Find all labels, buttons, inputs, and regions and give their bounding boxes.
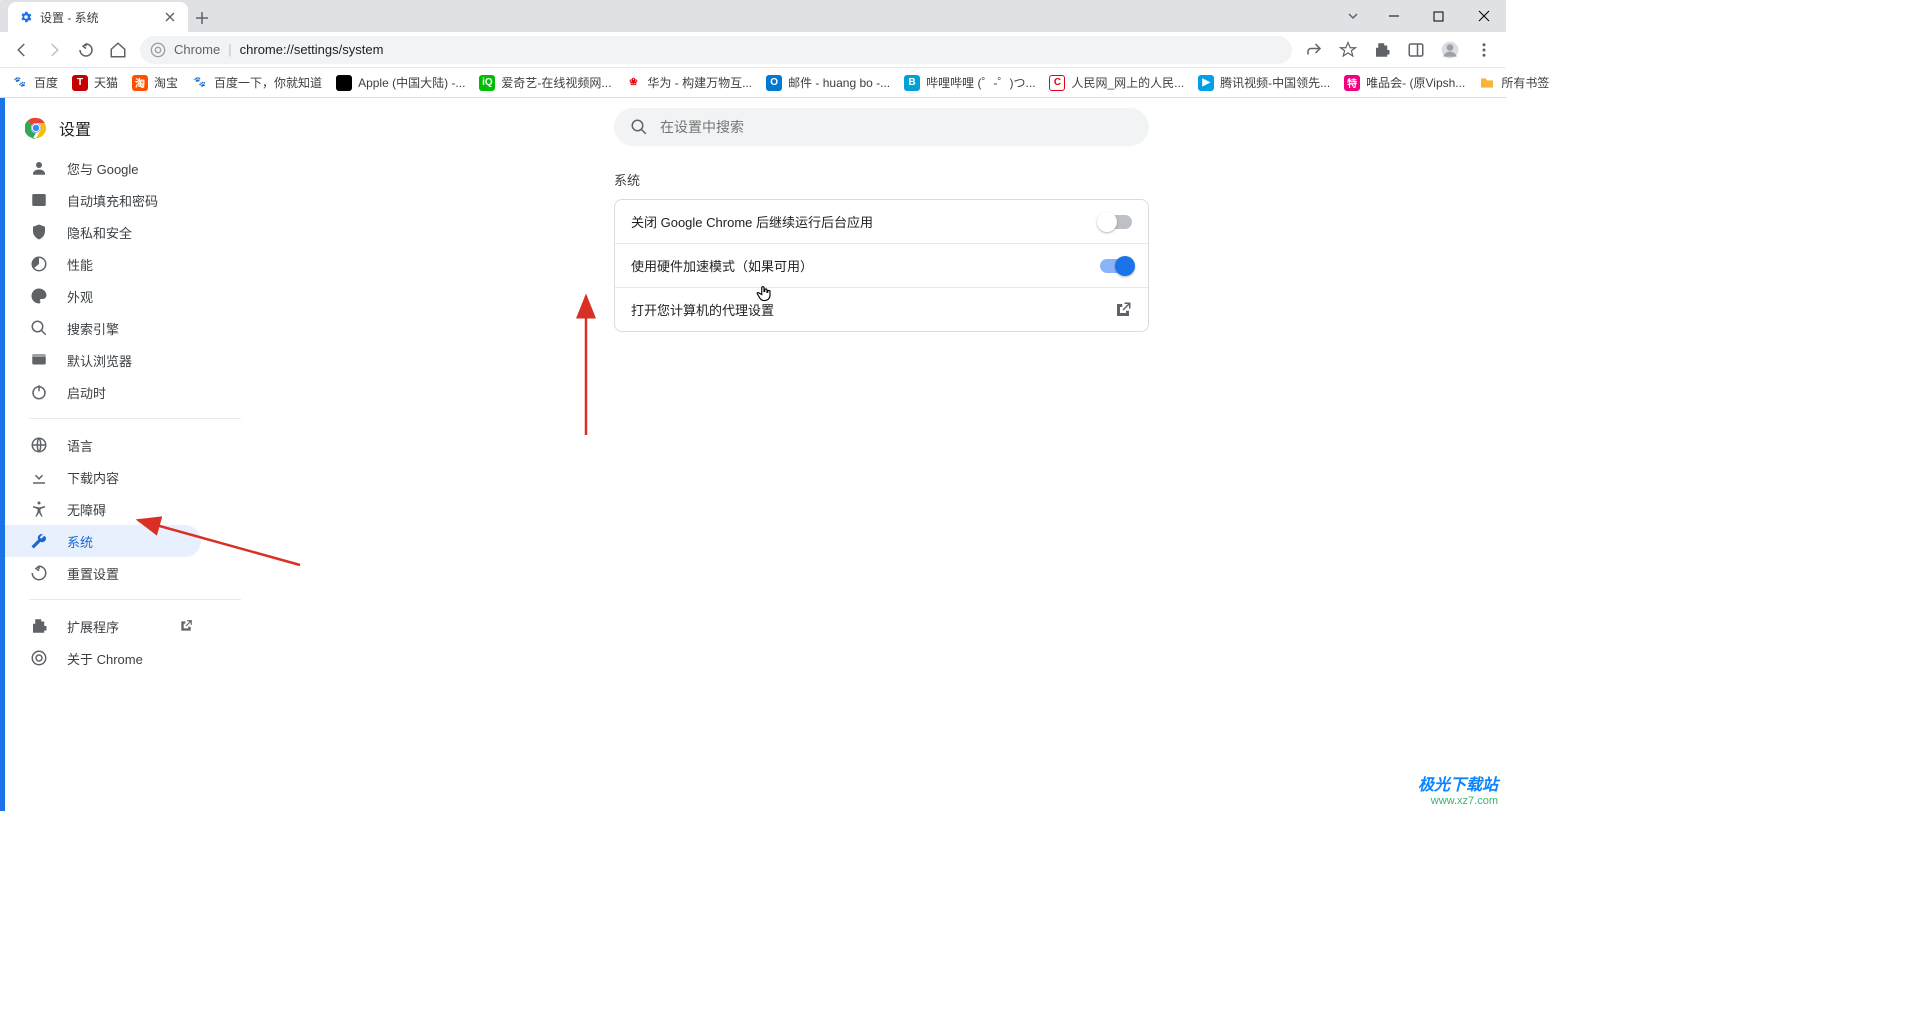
chrome-logo-icon (150, 42, 166, 58)
palette-icon (29, 286, 49, 306)
gear-icon (18, 9, 34, 25)
settings-content: 设置 您与 Google 自动填充和密码 隐私和安全 性能 外观 搜索引擎 默认… (0, 98, 1506, 811)
download-icon (29, 467, 49, 487)
autofill-icon (29, 190, 49, 210)
close-window-button[interactable] (1461, 1, 1506, 31)
bookmarks-bar: 🐾百度 T天猫 淘淘宝 🐾百度一下，你就知道 Apple (中国大陆) -...… (0, 68, 1506, 98)
sidebar-item-reset[interactable]: 重置设置 (5, 557, 201, 589)
bookmark-item[interactable]: O邮件 - huang bo -... (760, 70, 896, 95)
search-icon (630, 118, 648, 136)
new-tab-button[interactable] (188, 4, 216, 32)
power-icon (29, 382, 49, 402)
speedometer-icon (29, 254, 49, 274)
sidebar-item-languages[interactable]: 语言 (5, 429, 201, 461)
sidebar-item-search[interactable]: 搜索引擎 (5, 312, 201, 344)
row-proxy-settings[interactable]: 打开您计算机的代理设置 (615, 287, 1148, 331)
row-hardware-accel: 使用硬件加速模式（如果可用） (615, 243, 1148, 287)
all-bookmarks[interactable]: 所有书签 (1473, 70, 1555, 95)
sidebar-item-system[interactable]: 系统 (5, 525, 201, 557)
bookmark-star-icon[interactable] (1332, 34, 1364, 66)
folder-icon (1479, 75, 1495, 91)
close-tab-icon[interactable] (162, 9, 178, 25)
bookmark-item[interactable]: ▶腾讯视频-中国领先... (1192, 70, 1336, 95)
back-button[interactable] (6, 34, 38, 66)
sidebar-item-accessibility[interactable]: 无障碍 (5, 493, 201, 525)
chrome-outline-icon (29, 648, 49, 668)
sidebar-item-privacy[interactable]: 隐私和安全 (5, 216, 201, 248)
bookmark-item[interactable]: B哔哩哔哩 (゜-゜)つ... (898, 70, 1041, 95)
sidebar-item-appearance[interactable]: 外观 (5, 280, 201, 312)
search-input[interactable] (660, 119, 1133, 135)
window-controls (1335, 0, 1506, 32)
accessibility-icon (29, 499, 49, 519)
profile-avatar[interactable] (1434, 34, 1466, 66)
url-text: chrome://settings/system (240, 42, 384, 57)
shield-icon (29, 222, 49, 242)
reload-button[interactable] (70, 34, 102, 66)
url-scheme-label: Chrome (174, 42, 220, 57)
sidebar-item-default-browser[interactable]: 默认浏览器 (5, 344, 201, 376)
maximize-button[interactable] (1416, 1, 1461, 31)
sidebar-item-about[interactable]: 关于 Chrome (5, 642, 201, 674)
watermark: 极光下载站 www.xz7.com (1418, 771, 1498, 807)
settings-search[interactable] (614, 108, 1149, 146)
open-in-new-icon (1114, 301, 1132, 319)
bookmark-item[interactable]: Apple (中国大陆) -... (330, 70, 471, 95)
browser-icon (29, 350, 49, 370)
globe-icon (29, 435, 49, 455)
settings-header: 设置 (5, 110, 257, 152)
chrome-logo-icon (25, 117, 47, 139)
system-settings-card: 关闭 Google Chrome 后继续运行后台应用 使用硬件加速模式（如果可用… (614, 199, 1149, 332)
section-title: 系统 (614, 170, 1149, 189)
reset-icon (29, 563, 49, 583)
bookmark-item[interactable]: 特唯品会- (原Vipsh... (1338, 70, 1471, 95)
minimize-button[interactable] (1371, 1, 1416, 31)
puzzle-icon (29, 616, 49, 636)
wrench-icon (29, 531, 49, 551)
titlebar: 设置 - 系统 (0, 0, 1506, 32)
person-icon (29, 158, 49, 178)
bookmark-item[interactable]: C人民网_网上的人民... (1043, 70, 1190, 95)
search-icon (29, 318, 49, 338)
settings-main: 系统 关闭 Google Chrome 后继续运行后台应用 使用硬件加速模式（如… (257, 98, 1506, 811)
sidebar-item-startup[interactable]: 启动时 (5, 376, 201, 408)
tab-title: 设置 - 系统 (40, 9, 156, 26)
sidebar-item-performance[interactable]: 性能 (5, 248, 201, 280)
settings-sidebar: 设置 您与 Google 自动填充和密码 隐私和安全 性能 外观 搜索引擎 默认… (5, 98, 257, 811)
bookmark-item[interactable]: iQ爱奇艺-在线视频网... (473, 70, 617, 95)
open-in-new-icon (179, 619, 193, 633)
sidebar-item-downloads[interactable]: 下载内容 (5, 461, 201, 493)
bookmark-item[interactable]: T天猫 (66, 70, 124, 95)
share-icon[interactable] (1298, 34, 1330, 66)
settings-title: 设置 (59, 116, 91, 140)
menu-kebab-icon[interactable] (1468, 34, 1500, 66)
bookmark-item[interactable]: 🐾百度 (6, 70, 64, 95)
sidepanel-icon[interactable] (1400, 34, 1432, 66)
browser-toolbar: Chrome | chrome://settings/system (0, 32, 1506, 68)
bookmark-item[interactable]: 淘淘宝 (126, 70, 184, 95)
chevron-down-icon[interactable] (1335, 1, 1371, 31)
toggle-background-apps[interactable] (1100, 215, 1132, 229)
browser-tab[interactable]: 设置 - 系统 (8, 2, 188, 32)
home-button[interactable] (102, 34, 134, 66)
bookmark-item[interactable]: ❀华为 - 构建万物互... (619, 70, 758, 95)
sidebar-item-you-and-google[interactable]: 您与 Google (5, 152, 201, 184)
divider (29, 418, 241, 419)
row-background-apps: 关闭 Google Chrome 后继续运行后台应用 (615, 200, 1148, 243)
sidebar-item-autofill[interactable]: 自动填充和密码 (5, 184, 201, 216)
toggle-hardware-accel[interactable] (1100, 259, 1132, 273)
bookmark-item[interactable]: 🐾百度一下，你就知道 (186, 70, 328, 95)
address-bar[interactable]: Chrome | chrome://settings/system (140, 36, 1292, 64)
sidebar-item-extensions[interactable]: 扩展程序 (5, 610, 201, 642)
extensions-icon[interactable] (1366, 34, 1398, 66)
forward-button[interactable] (38, 34, 70, 66)
divider (29, 599, 241, 600)
